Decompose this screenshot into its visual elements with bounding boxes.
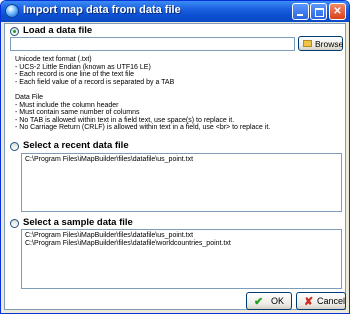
info-line: - Must include the column header [15, 101, 119, 109]
browse-button[interactable]: Browse [298, 36, 343, 51]
info-line: - No Carriage Return (CRLF) is allowed w… [15, 124, 271, 131]
info-line: - UCS-2 Little Endian (known as UTF16 LE… [15, 63, 151, 71]
load-section-title: Load a data file [23, 25, 93, 36]
list-item[interactable]: C:\Program Files\iMapBuilder\files\dataf… [25, 232, 193, 239]
title-bar[interactable]: Import map data from data file ✕ [1, 1, 349, 22]
sample-file-list[interactable]: C:\Program Files\iMapBuilder\files\dataf… [21, 229, 342, 289]
minimize-icon [297, 14, 303, 16]
info-line: - No TAB is allowed within text in a fie… [15, 116, 235, 124]
info-line: - Each record is one line of the text fi… [15, 71, 135, 78]
import-dialog: Import map data from data file ✕ Load a … [0, 0, 350, 314]
globe-icon [5, 4, 19, 18]
info-line: - Must contain same number of columns [15, 109, 140, 116]
folder-icon [303, 40, 312, 47]
content-panel: Load a data file Browse Unicode text for… [4, 23, 346, 310]
cancel-label: Cancel [317, 296, 346, 306]
info-line: Data File [15, 94, 44, 101]
radio-recent-file[interactable] [10, 142, 19, 151]
info-line: Unicode text format (.txt) [15, 56, 92, 63]
file-path-input[interactable] [10, 37, 295, 51]
sample-section-title: Select a sample data file [23, 217, 133, 228]
info-line: - Each field value of a record is separa… [15, 78, 175, 86]
radio-sample-file[interactable] [10, 219, 19, 228]
check-icon: ✔ [254, 296, 264, 308]
maximize-button[interactable] [310, 3, 327, 20]
maximize-icon [315, 8, 324, 17]
close-button[interactable]: ✕ [329, 3, 346, 20]
recent-file-list[interactable]: C:\Program Files\iMapBuilder\files\dataf… [21, 153, 342, 212]
cross-icon: ✘ [304, 296, 314, 308]
list-item[interactable]: C:\Program Files\iMapBuilder\files\dataf… [25, 156, 193, 163]
ok-button[interactable]: ✔ OK [246, 292, 292, 310]
radio-load-file[interactable] [10, 27, 19, 36]
cancel-button[interactable]: ✘ Cancel [296, 292, 346, 310]
list-item[interactable]: C:\Program Files\iMapBuilder\files\dataf… [25, 240, 231, 247]
browse-label: Browse [315, 39, 344, 49]
window-title: Import map data from data file [23, 4, 181, 16]
ok-label: OK [271, 296, 285, 306]
recent-section-title: Select a recent data file [23, 140, 129, 151]
minimize-button[interactable] [292, 3, 309, 20]
